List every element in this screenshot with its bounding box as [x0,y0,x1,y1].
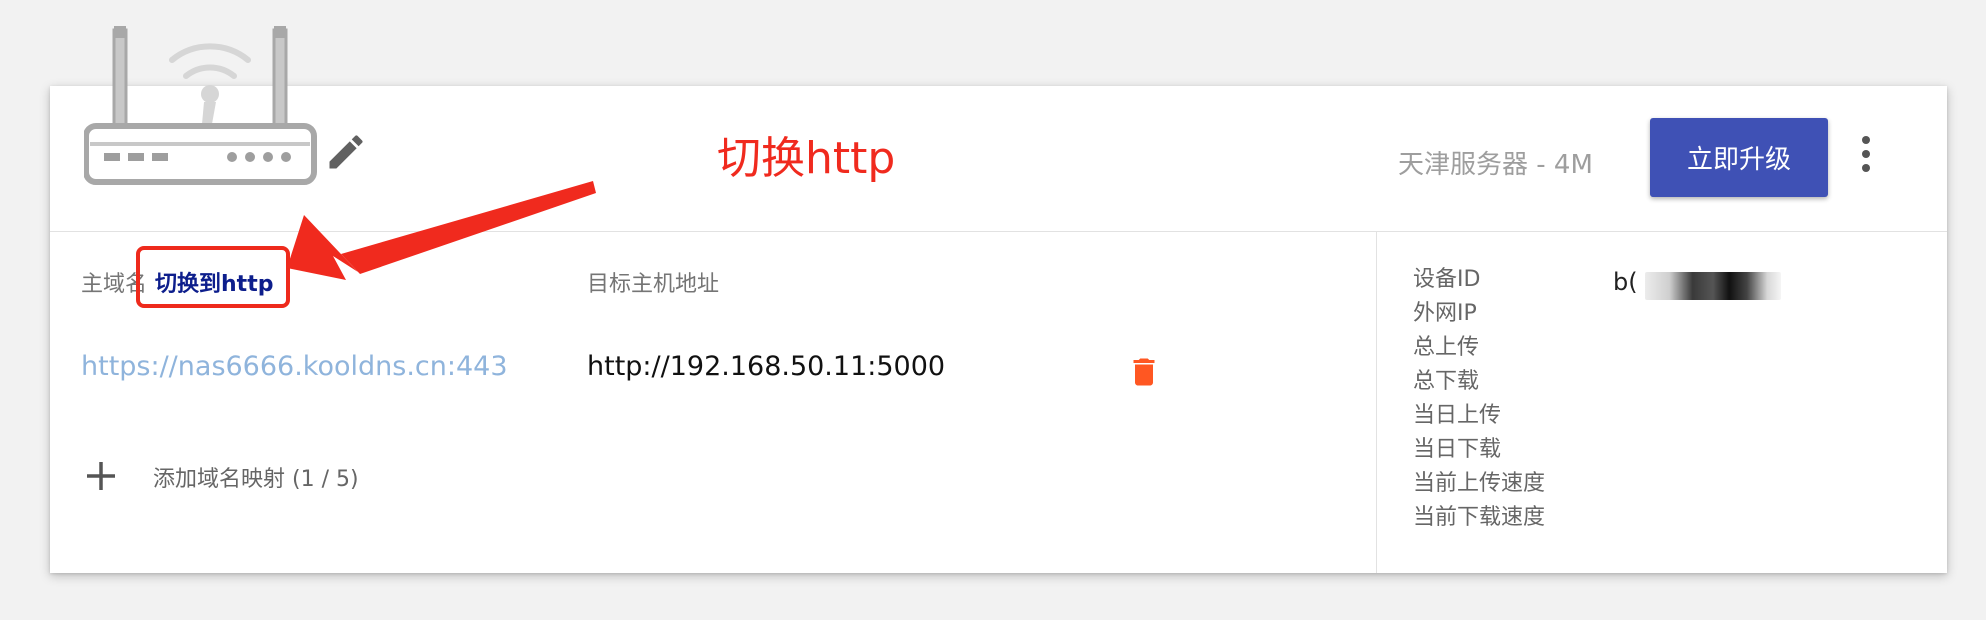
switch-to-http-link[interactable]: 切换到http [155,272,273,297]
edit-icon[interactable] [324,130,368,174]
mapping-target-address: http://192.168.50.11:5000 [587,351,946,382]
mapping-domain-link[interactable]: https://nas6666.kooldns.cn:443 [81,351,508,382]
card-header: 天津服务器 - 4M 立即升级 [50,26,1947,232]
device-id-value: b( [1613,268,1638,296]
info-label-daily-upload: 当日上传 [1413,403,1502,428]
info-label-wan-ip: 外网IP [1413,301,1477,326]
device-card: 天津服务器 - 4M 立即升级 主域名 切换到http 目标主机地址 https:… [50,26,1947,573]
server-plan-label: 天津服务器 - 4M [1398,150,1593,180]
add-domain-mapping-label: 添加域名映射 (1 / 5) [153,467,359,492]
info-label-download-speed: 当前下载速度 [1413,505,1546,530]
info-label-upload-speed: 当前上传速度 [1413,471,1546,496]
target-column-header: 目标主机地址 [587,272,720,297]
domain-column-label: 主域名 [81,272,148,297]
info-label-device-id: 设备ID [1413,267,1481,292]
redaction-mask [1645,272,1781,300]
info-label-total-download: 总下载 [1413,369,1480,394]
router-icon [84,26,317,185]
page: 天津服务器 - 4M 立即升级 主域名 切换到http 目标主机地址 https:… [0,0,1986,620]
info-label-daily-download: 当日下载 [1413,437,1502,462]
annotation-text: 切换http [717,133,896,184]
side-divider [1376,232,1377,573]
upgrade-button[interactable]: 立即升级 [1650,118,1828,197]
plus-icon [87,462,115,490]
device-info-list: 设备ID 外网IP 总上传 总下载 当日上传 当日下载 当前上传速度 当前下载速… [1413,263,1545,535]
info-label-total-upload: 总上传 [1413,335,1480,360]
more-vert-icon[interactable] [1851,132,1881,176]
domain-column-header: 主域名 切换到http [81,266,273,298]
trash-icon[interactable] [1126,350,1162,394]
